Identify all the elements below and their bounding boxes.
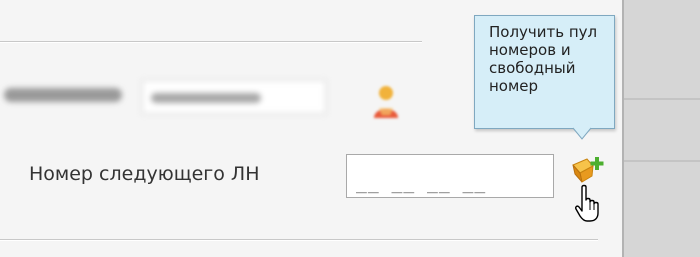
add-pool-icon[interactable]	[571, 156, 605, 186]
tooltip: Получить пул номеров и свободный номер	[474, 15, 615, 129]
blurred-field-label	[4, 88, 122, 102]
hand-pointer-cursor-icon	[575, 184, 599, 222]
user-icon	[374, 86, 398, 118]
blurred-field-input	[142, 80, 326, 114]
next-ln-label: Номер следующего ЛН	[29, 163, 260, 185]
tooltip-text: Получить пул номеров и свободный номер	[489, 23, 598, 95]
next-ln-number-input[interactable]	[346, 154, 554, 198]
tooltip-tail	[572, 127, 592, 140]
bottom-divider	[0, 239, 598, 241]
top-divider	[0, 41, 422, 43]
right-side-strip	[622, 0, 700, 257]
